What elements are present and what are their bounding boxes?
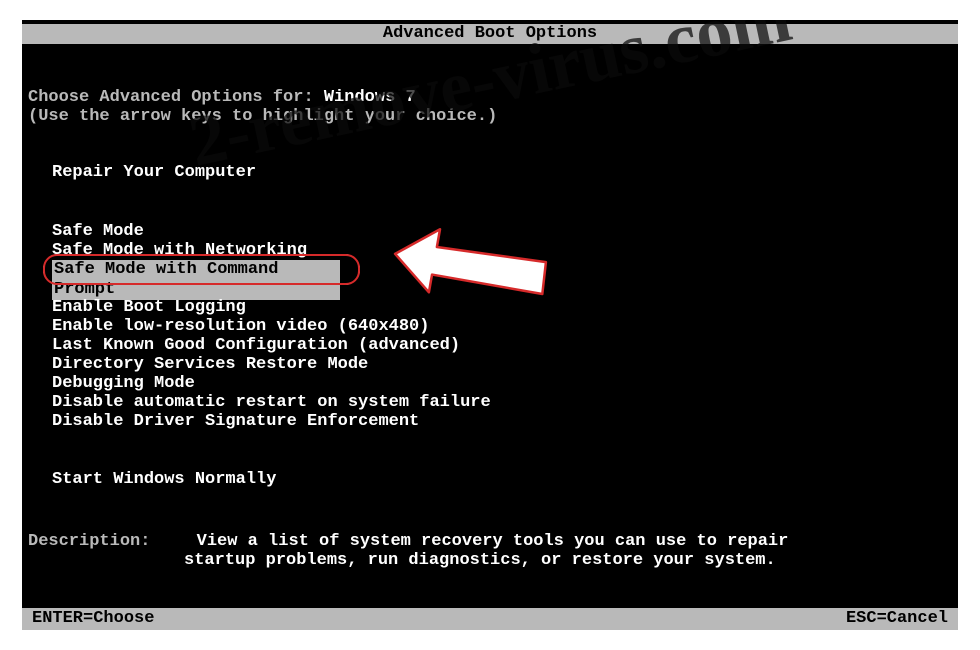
arrow-icon: [374, 216, 574, 316]
menu-safe-mode-command-prompt[interactable]: Safe Mode with Command Prompt: [52, 260, 340, 280]
menu-directory-services-restore[interactable]: Directory Services Restore Mode: [52, 355, 368, 374]
header-os: Windows 7: [324, 88, 416, 107]
footer-bar: ENTER=Choose ESC=Cancel: [22, 608, 958, 630]
menu-start-windows-normally[interactable]: Start Windows Normally: [52, 470, 276, 489]
menu-safe-mode[interactable]: Safe Mode: [52, 222, 144, 241]
menu-safe-mode-networking[interactable]: Safe Mode with Networking: [52, 241, 307, 260]
footer-esc: ESC=Cancel: [846, 608, 948, 630]
header-prefix: Choose Advanced Options for:: [28, 88, 324, 107]
menu-debugging-mode[interactable]: Debugging Mode: [52, 374, 195, 393]
menu-safe-mode-command-prompt-label: Safe Mode with Command Prompt: [52, 260, 340, 300]
menu-low-res-video[interactable]: Enable low-resolution video (640x480): [52, 317, 429, 336]
boot-screen: Advanced Boot Options Choose Advanced Op…: [22, 20, 958, 630]
menu-disable-auto-restart[interactable]: Disable automatic restart on system fail…: [52, 393, 491, 412]
description-line-1: View a list of system recovery tools you…: [197, 532, 789, 551]
menu-repair-your-computer[interactable]: Repair Your Computer: [52, 163, 256, 182]
title-text: Advanced Boot Options: [383, 24, 597, 43]
header-line-1: Choose Advanced Options for: Windows 7: [28, 88, 416, 107]
menu-enable-boot-logging[interactable]: Enable Boot Logging: [52, 298, 246, 317]
description-line-2: startup problems, run diagnostics, or re…: [28, 551, 776, 570]
menu-last-known-good[interactable]: Last Known Good Configuration (advanced): [52, 336, 460, 355]
menu-disable-driver-sig[interactable]: Disable Driver Signature Enforcement: [52, 412, 419, 431]
description-label: Description:: [28, 532, 150, 551]
footer-enter: ENTER=Choose: [32, 608, 154, 630]
title-bar: Advanced Boot Options: [22, 24, 958, 44]
screenshot-frame: Advanced Boot Options Choose Advanced Op…: [0, 0, 980, 650]
description-row: Description: View a list of system recov…: [28, 532, 928, 551]
header-line-2: (Use the arrow keys to highlight your ch…: [28, 107, 497, 126]
